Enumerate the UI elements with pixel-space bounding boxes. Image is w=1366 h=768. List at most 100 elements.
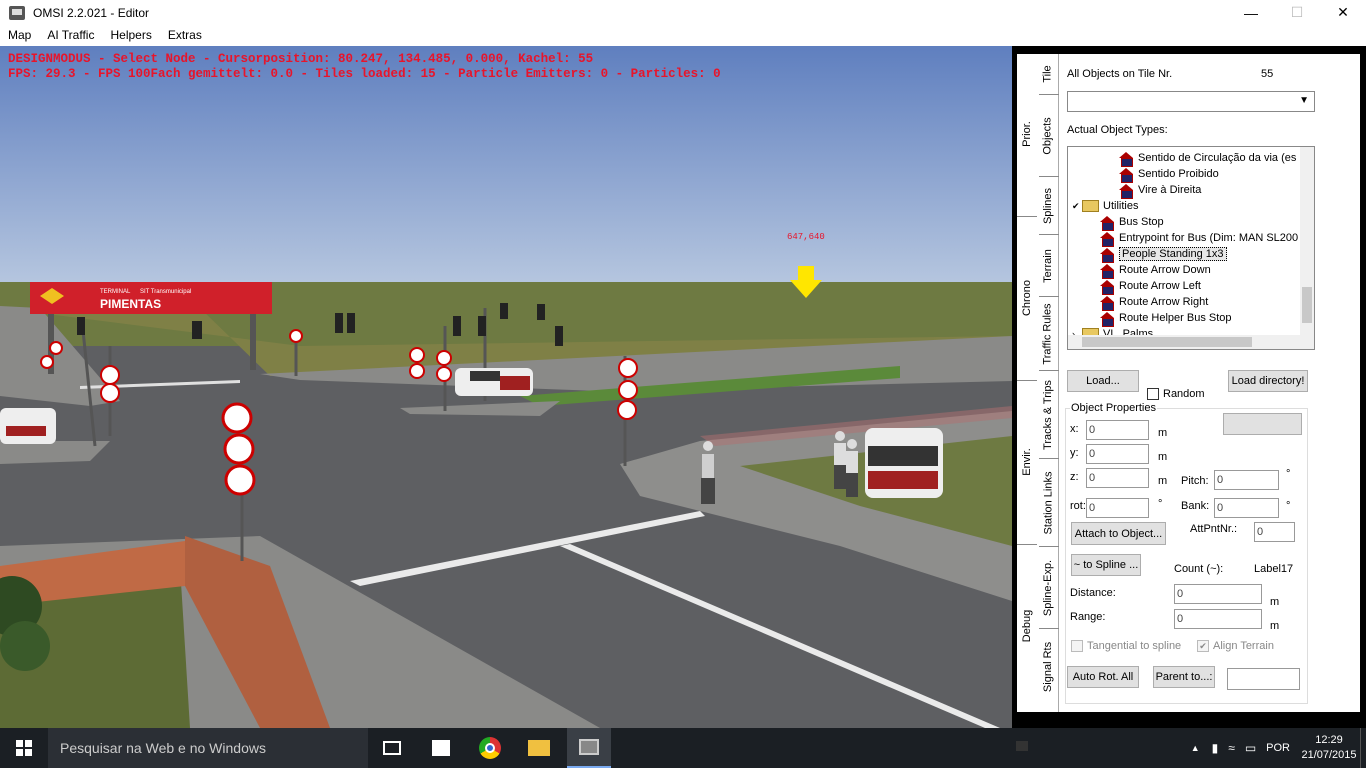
tangential-checkbox[interactable] bbox=[1071, 640, 1083, 652]
taskbar-search-box[interactable]: Pesquisar na Web e no Windows bbox=[48, 728, 368, 768]
hud-fps-line: FPS: 29.3 - FPS 100Fach gemittelt: 0.0 -… bbox=[8, 67, 721, 81]
tree-item[interactable]: Bus Stop bbox=[1099, 214, 1164, 231]
tree-item-selected[interactable]: People Standing 1x3 bbox=[1099, 246, 1227, 263]
store-icon[interactable] bbox=[427, 734, 455, 762]
tree-horizontal-scrollbar[interactable] bbox=[1068, 335, 1314, 349]
pitch-unit: ° bbox=[1286, 468, 1291, 480]
omsi-taskbar-icon[interactable] bbox=[567, 728, 611, 768]
start-button[interactable] bbox=[0, 728, 48, 768]
y-label: y: bbox=[1070, 447, 1079, 459]
count-label: Count (~): bbox=[1174, 563, 1224, 575]
windows-logo-icon bbox=[16, 740, 32, 756]
object-properties-title: Object Properties bbox=[1070, 402, 1157, 414]
maximize-button[interactable]: ☐ bbox=[1274, 0, 1320, 25]
bank-label: Bank: bbox=[1181, 500, 1210, 512]
3d-viewport[interactable]: PIMENTAS TERMINAL SIT Transmunicipal DES… bbox=[0, 46, 1012, 728]
distance-unit: m bbox=[1270, 596, 1280, 608]
tab-debug[interactable]: Debug bbox=[1017, 546, 1037, 706]
menu-map[interactable]: Map bbox=[0, 28, 39, 42]
range-input[interactable]: 0 bbox=[1174, 609, 1262, 629]
x-unit: m bbox=[1158, 427, 1168, 439]
range-label: Range: bbox=[1070, 611, 1106, 623]
menu-ai-traffic[interactable]: AI Traffic bbox=[39, 28, 102, 42]
tree-item[interactable]: Vire à Direita bbox=[1118, 182, 1201, 199]
show-hidden-icons-icon[interactable]: ▲ bbox=[1191, 743, 1200, 753]
language-indicator[interactable]: POR bbox=[1266, 742, 1290, 754]
tab-objects[interactable]: Objects bbox=[1038, 96, 1058, 176]
sky bbox=[0, 46, 1012, 291]
tree-item[interactable]: Route Arrow Down bbox=[1099, 262, 1211, 279]
rot-input[interactable]: 0 bbox=[1086, 498, 1149, 518]
task-view-icon[interactable] bbox=[378, 734, 406, 762]
sign-title: PIMENTAS bbox=[100, 297, 161, 311]
tree-vertical-scrollbar[interactable] bbox=[1300, 147, 1314, 335]
tree-folder-utilities[interactable]: ✔ Utilities bbox=[1072, 198, 1138, 214]
x-input[interactable]: 0 bbox=[1086, 420, 1149, 440]
tab-spline-exp[interactable]: Spline-Exp. bbox=[1038, 548, 1058, 628]
rot-unit: ° bbox=[1158, 498, 1163, 510]
minimize-button[interactable]: — bbox=[1228, 0, 1274, 25]
object-house-icon bbox=[1118, 183, 1134, 199]
object-filter-dropdown[interactable]: ▼ bbox=[1067, 91, 1315, 112]
menu-extras[interactable]: Extras bbox=[160, 28, 210, 42]
clock[interactable]: 12:29 21/07/2015 bbox=[1298, 733, 1360, 763]
tab-splines[interactable]: Splines bbox=[1038, 178, 1058, 234]
show-desktop-button[interactable] bbox=[1360, 728, 1366, 768]
tab-chrono[interactable]: Chrono bbox=[1017, 218, 1037, 378]
bank-input[interactable]: 0 bbox=[1214, 498, 1279, 518]
sign-sub: SIT Transmunicipal bbox=[140, 289, 191, 295]
wifi-icon[interactable]: ≈ bbox=[1228, 741, 1235, 755]
y-input[interactable]: 0 bbox=[1086, 444, 1149, 464]
pitch-input[interactable]: 0 bbox=[1214, 470, 1279, 490]
tab-station-links[interactable]: Station Links bbox=[1038, 460, 1058, 546]
align-terrain-checkbox[interactable]: ✔ bbox=[1197, 640, 1209, 652]
object-color-button[interactable] bbox=[1223, 413, 1302, 435]
tab-tile[interactable]: Tile bbox=[1038, 54, 1058, 94]
scene-render: PIMENTAS TERMINAL SIT Transmunicipal bbox=[0, 46, 1012, 728]
parent-to-button[interactable]: Parent to...: bbox=[1153, 666, 1215, 688]
random-label: Random bbox=[1163, 388, 1205, 400]
random-checkbox[interactable] bbox=[1147, 388, 1159, 400]
tab-signal-rts[interactable]: Signal Rts bbox=[1038, 630, 1058, 704]
tree-item[interactable]: Route Arrow Left bbox=[1099, 278, 1201, 295]
tab-traffic-rules[interactable]: Traffic Rules bbox=[1038, 298, 1058, 370]
z-unit: m bbox=[1158, 475, 1168, 487]
tab-envir[interactable]: Envir. bbox=[1017, 382, 1037, 542]
window-title: OMSI 2.2.021 - Editor bbox=[33, 5, 150, 20]
object-house-icon bbox=[1118, 151, 1134, 167]
expanded-icon[interactable]: ✔ bbox=[1072, 201, 1082, 212]
battery-icon[interactable]: ▮ bbox=[1212, 741, 1219, 755]
tree-item[interactable]: Route Arrow Right bbox=[1099, 294, 1208, 311]
z-input[interactable]: 0 bbox=[1086, 468, 1149, 488]
tile-number: 55 bbox=[1261, 68, 1274, 80]
all-objects-label: All Objects on Tile Nr. bbox=[1067, 68, 1173, 80]
distance-input[interactable]: 0 bbox=[1174, 584, 1262, 604]
tree-item[interactable]: Sentido de Circulação da via (es bbox=[1118, 150, 1296, 167]
menu-helpers[interactable]: Helpers bbox=[102, 28, 159, 42]
notifications-icon[interactable]: ▭ bbox=[1245, 741, 1256, 755]
load-directory-button[interactable]: Load directory! bbox=[1228, 370, 1308, 392]
object-house-icon bbox=[1099, 279, 1115, 295]
tab-prior[interactable]: Prior. bbox=[1017, 94, 1037, 174]
tray-square-icon[interactable] bbox=[1014, 736, 1030, 756]
tab-terrain[interactable]: Terrain bbox=[1038, 236, 1058, 296]
tab-tracks-trips[interactable]: Tracks & Trips bbox=[1038, 372, 1058, 458]
chrome-icon[interactable] bbox=[476, 734, 504, 762]
object-tree[interactable]: Sentido de Circulação da via (es Sentido… bbox=[1067, 146, 1315, 350]
search-placeholder: Pesquisar na Web e no Windows bbox=[60, 740, 266, 756]
load-button[interactable]: Load... bbox=[1067, 370, 1139, 392]
tree-item[interactable]: Route Helper Bus Stop bbox=[1099, 310, 1232, 327]
rot-label: rot: bbox=[1070, 500, 1086, 512]
file-explorer-icon[interactable] bbox=[525, 734, 553, 762]
menu-bar: Map AI Traffic Helpers Extras bbox=[0, 25, 1366, 45]
to-spline-button[interactable]: ~ to Spline ... bbox=[1071, 554, 1141, 576]
tree-item[interactable]: Sentido Proibido bbox=[1118, 166, 1219, 183]
actual-types-label: Actual Object Types: bbox=[1067, 124, 1168, 136]
close-button[interactable]: ✕ bbox=[1320, 0, 1366, 25]
attach-to-object-button[interactable]: Attach to Object... bbox=[1071, 522, 1166, 545]
auto-rot-all-button[interactable]: Auto Rot. All bbox=[1067, 666, 1139, 688]
attpnt-input[interactable]: 0 bbox=[1254, 522, 1295, 542]
tree-item[interactable]: Entrypoint for Bus (Dim: MAN SL200 bbox=[1099, 230, 1298, 247]
count-value: Label17 bbox=[1254, 563, 1294, 575]
parent-input[interactable] bbox=[1227, 668, 1300, 690]
